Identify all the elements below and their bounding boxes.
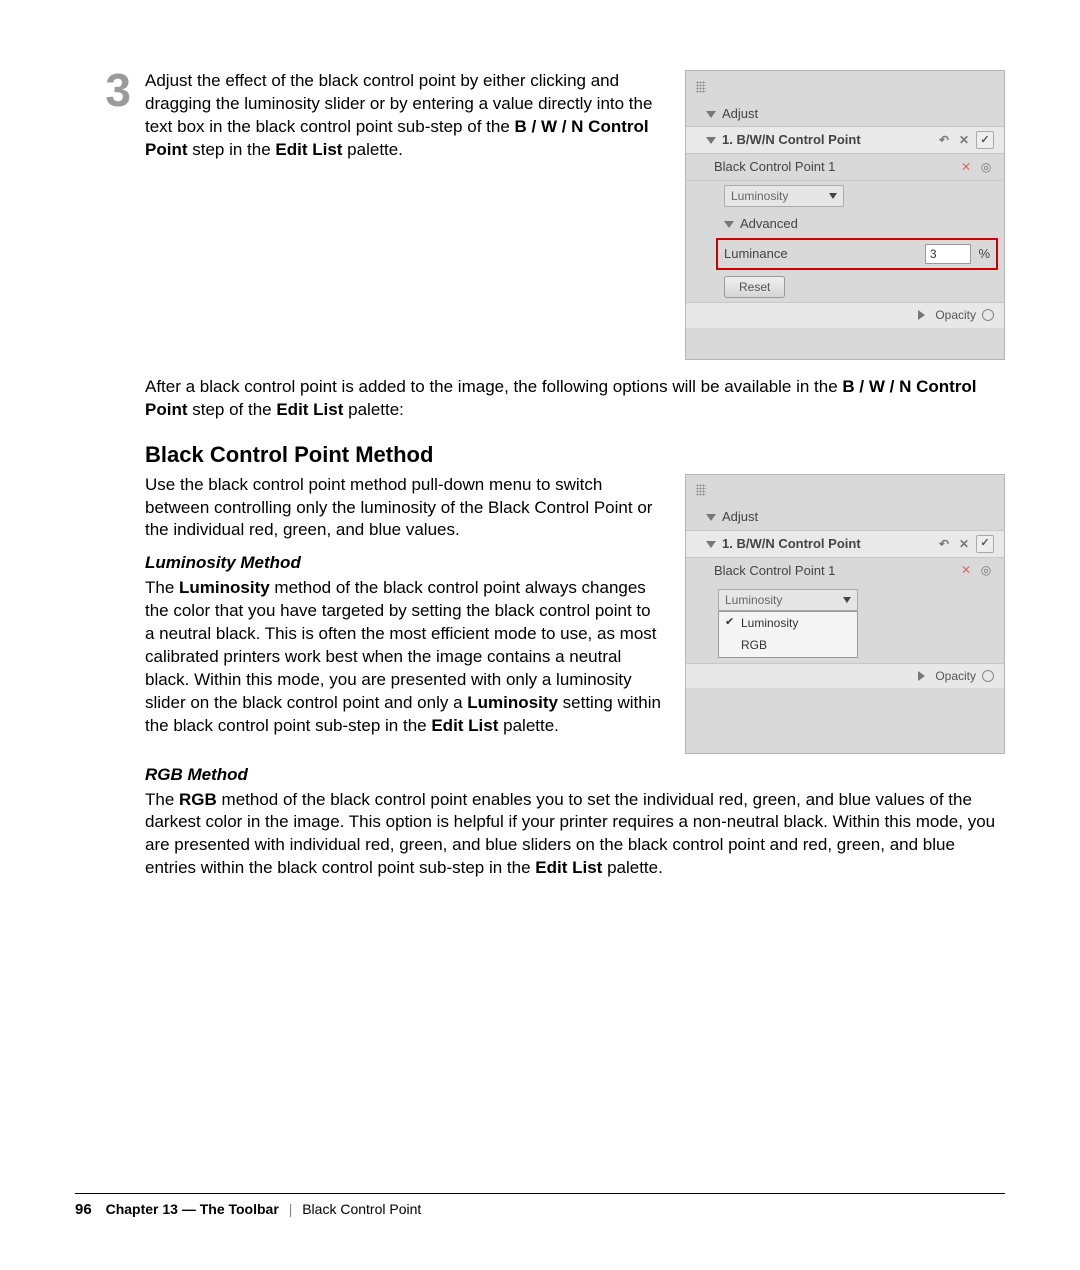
bold: RGB [179,790,217,809]
label: Adjust [722,509,758,524]
text: After a black control point is added to … [145,377,842,396]
dropdown-list: Luminosity RGB [718,611,858,657]
edit-list-panel-2: Adjust 1. B/W/N Control Point ↶ ✕ ✓ Blac… [685,474,1005,754]
unit-label: % [978,246,990,261]
label: Adjust [722,106,758,121]
close-icon[interactable]: ✕ [956,132,972,148]
drag-handle-icon[interactable] [696,484,706,496]
expand-icon [706,514,716,521]
bold: Luminosity [467,693,558,712]
text: step of the [188,400,277,419]
text: The [145,790,179,809]
rgb-heading: RGB Method [75,764,1005,787]
target-icon[interactable]: ◎ [978,562,994,578]
bwn-step-header[interactable]: 1. B/W/N Control Point [706,535,861,553]
page-footer: 96 Chapter 13 — The Toolbar | Black Cont… [75,1193,1005,1220]
text: palette: [343,400,404,419]
intro-text: After a black control point is added to … [75,376,1005,422]
rgb-text: The RGB method of the black control poin… [75,789,1005,881]
label: Advanced [740,216,798,231]
target-icon[interactable]: ◎ [978,159,994,175]
drag-handle-icon[interactable] [696,81,706,93]
expand-icon[interactable] [918,310,925,320]
step-text: Adjust the effect of the black control p… [145,70,661,162]
enable-checkbox[interactable]: ✓ [976,535,994,553]
bold: Luminosity [179,578,270,597]
label: 1. B/W/N Control Point [722,536,861,551]
page-number: 96 [75,1201,92,1218]
text: The [145,578,179,597]
opacity-radio[interactable] [982,309,994,321]
expand-icon [706,111,716,118]
method-dropdown[interactable]: Luminosity [718,589,858,611]
enable-checkbox[interactable]: ✓ [976,131,994,149]
expand-icon [706,137,716,144]
luminosity-text: The Luminosity method of the black contr… [145,577,661,738]
close-icon[interactable]: ✕ [958,159,974,175]
chapter-label: Chapter 13 — The Toolbar [106,1201,279,1217]
undo-icon[interactable]: ↶ [936,132,952,148]
section-heading: Black Control Point Method [75,440,1005,470]
section-label: Black Control Point [302,1201,421,1217]
opacity-radio[interactable] [982,670,994,682]
substep-label: Black Control Point 1 [714,158,835,176]
text: step in the [188,140,276,159]
close-icon[interactable]: ✕ [956,536,972,552]
opacity-label[interactable]: Opacity [935,668,976,684]
label: 1. B/W/N Control Point [722,132,861,147]
expand-icon[interactable] [918,671,925,681]
reset-button[interactable]: Reset [724,276,785,298]
dropdown-value: Luminosity [731,188,788,204]
chevron-down-icon [843,597,851,603]
edit-list-panel: Adjust 1. B/W/N Control Point ↶ ✕ ✓ Blac… [685,70,1005,360]
method-dropdown[interactable]: Luminosity [724,185,844,207]
luminance-label: Luminance [724,245,788,263]
step-number: 3 [95,70,131,162]
dropdown-option-luminosity[interactable]: Luminosity [719,612,857,634]
text: palette. [498,716,559,735]
bold: Edit List [276,400,343,419]
separator: | [289,1201,293,1217]
text: method of the black control point always… [145,578,657,712]
dropdown-value: Luminosity [725,592,782,608]
adjust-header[interactable]: Adjust [706,508,758,526]
chevron-down-icon [829,193,837,199]
advanced-header[interactable]: Advanced [724,215,798,233]
luminance-highlight: Luminance % [716,238,998,270]
undo-icon[interactable]: ↶ [936,536,952,552]
method-intro: Use the black control point method pull-… [145,474,661,543]
opacity-label[interactable]: Opacity [935,307,976,323]
text: palette. [602,858,663,877]
bwn-step-header[interactable]: 1. B/W/N Control Point [706,131,861,149]
close-icon[interactable]: ✕ [958,562,974,578]
text: palette. [342,140,403,159]
bold: Edit List [535,858,602,877]
expand-icon [724,221,734,228]
adjust-header[interactable]: Adjust [706,105,758,123]
substep-label: Black Control Point 1 [714,562,835,580]
luminance-input[interactable] [925,244,971,264]
dropdown-option-rgb[interactable]: RGB [719,634,857,656]
bold: Edit List [275,140,342,159]
expand-icon [706,541,716,548]
luminosity-heading: Luminosity Method [145,552,661,575]
bold: Edit List [431,716,498,735]
